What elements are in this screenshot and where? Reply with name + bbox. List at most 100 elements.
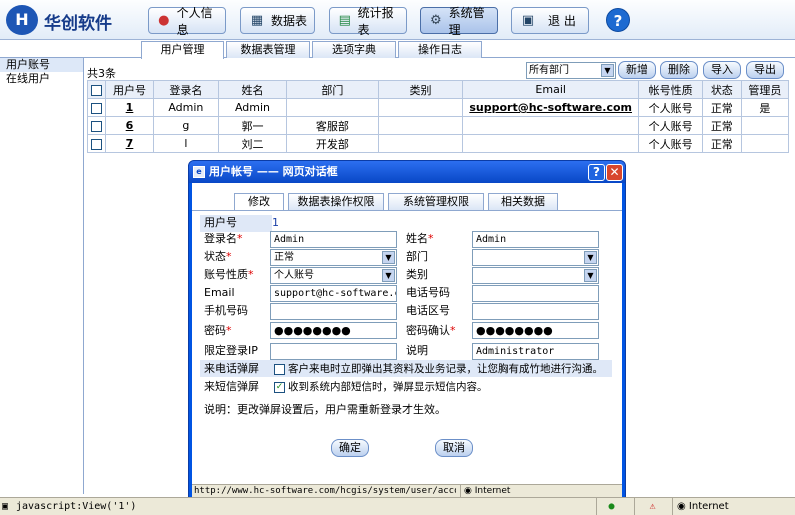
column-header[interactable]: 姓名 — [218, 80, 287, 99]
type-cell: 个人账号 — [638, 134, 703, 153]
ok-button[interactable]: 确定 — [331, 439, 369, 457]
table-row[interactable]: 6 g 郭一 客服部 个人账号 正常 — [86, 116, 790, 135]
column-header[interactable]: 帐号性质 — [638, 80, 703, 99]
column-header[interactable]: 登录名 — [152, 80, 220, 99]
email-label: Email — [204, 286, 235, 299]
internet-zone: ◉ Internet — [672, 498, 795, 515]
category-cell — [378, 116, 464, 135]
tab-table-manage[interactable]: 数据表管理 — [226, 41, 310, 58]
name-label: 姓名* — [406, 232, 434, 245]
close-icon[interactable]: ✕ — [606, 164, 623, 181]
column-header[interactable]: 部门 — [285, 80, 380, 99]
table-row[interactable]: 1 Admin Admin support@hc-software.com 个人… — [86, 98, 790, 117]
status-select[interactable]: 正常 ▼ — [270, 249, 397, 266]
user-table: 用户号 登录名 姓名 部门 类别 Email 帐号性质 状态 管理员 1 Adm… — [86, 80, 790, 153]
email-link[interactable] — [462, 134, 640, 153]
type-cell: 个人账号 — [638, 116, 703, 135]
sidebar-item-user-accounts[interactable]: 用户账号 — [0, 58, 83, 72]
admin-cell — [740, 134, 790, 153]
exit-button[interactable]: ▣ 退 出 — [511, 7, 589, 34]
help-icon[interactable]: ? — [606, 8, 630, 32]
browser-status-bar: ▣ javascript:View('1') ● ⚠ ◉ Internet — [0, 497, 795, 515]
tab-operation-log[interactable]: 操作日志 — [398, 41, 482, 58]
report-button[interactable]: ▤ 统计报表 — [329, 6, 407, 37]
mobile-field[interactable] — [270, 303, 397, 320]
select-all-checkbox[interactable] — [91, 84, 103, 96]
table-row[interactable]: 7 l 刘二 开发部 个人账号 正常 — [86, 134, 790, 153]
tab-system-permissions[interactable]: 系统管理权限 — [388, 193, 484, 210]
personal-info-label: 个人信息 — [176, 5, 213, 37]
dept-label: 部门 — [406, 250, 428, 263]
confirm-password-field[interactable]: ●●●●●●●● — [472, 322, 599, 339]
tab-option-dict[interactable]: 选项字典 — [312, 41, 396, 58]
call-popup-checkbox[interactable] — [274, 364, 285, 375]
tab-table-permissions[interactable]: 数据表操作权限 — [288, 193, 384, 210]
user-id-link[interactable]: 6 — [105, 116, 154, 135]
export-button[interactable]: 导出 — [746, 61, 784, 79]
status-label: 状态* — [204, 250, 232, 263]
delete-button[interactable]: 删除 — [660, 61, 698, 79]
dept-select[interactable]: ▼ — [472, 249, 599, 266]
account-type-label: 账号性质* — [204, 268, 254, 281]
email-field[interactable]: support@hc-software.com — [270, 285, 397, 302]
table-header-row: 用户号 登录名 姓名 部门 类别 Email 帐号性质 状态 管理员 — [86, 80, 790, 99]
report-label: 统计报表 — [357, 5, 394, 37]
ip-field[interactable] — [270, 343, 397, 360]
app-header: H 华创软件 ● 个人信息 ▦ 数据表 ▤ 统计报表 ⚙ 系统管理 ▣ 退 出 … — [0, 0, 795, 40]
email-link[interactable] — [462, 116, 640, 135]
sms-popup-checkbox[interactable]: ✓ — [274, 382, 285, 393]
gear-icon: ⚙ — [429, 12, 442, 28]
account-type-select[interactable]: 个人账号 ▼ — [270, 267, 397, 284]
cancel-button[interactable]: 取消 — [435, 439, 473, 457]
type-cell: 个人账号 — [638, 98, 703, 117]
login-field[interactable]: Admin — [270, 231, 397, 248]
phone-field[interactable] — [472, 285, 599, 302]
tab-divider — [192, 210, 622, 211]
name-field[interactable]: Admin — [472, 231, 599, 248]
row-checkbox[interactable] — [91, 138, 103, 150]
category-label: 类别 — [406, 268, 428, 281]
help-icon[interactable]: ? — [588, 164, 605, 181]
status-cell: 正常 — [701, 116, 742, 135]
ip-label: 限定登录IP — [204, 344, 258, 357]
data-table-button[interactable]: ▦ 数据表 — [240, 7, 315, 34]
password-field[interactable]: ●●●●●●●● — [270, 322, 397, 339]
sidebar-item-online-users[interactable]: 在线用户 — [0, 72, 83, 86]
dialog-title-bar[interactable]: e 用户帐号 —— 网页对话框 ? ✕ — [189, 161, 625, 183]
chevron-down-icon: ▼ — [382, 269, 395, 282]
user-id-link[interactable]: 7 — [105, 134, 154, 153]
area-code-field[interactable] — [472, 303, 599, 320]
confirm-password-label: 密码确认* — [406, 324, 456, 337]
system-manage-button[interactable]: ⚙ 系统管理 — [420, 6, 498, 37]
admin-cell: 是 — [740, 98, 790, 117]
row-checkbox[interactable] — [91, 102, 103, 114]
column-header[interactable]: 用户号 — [105, 80, 154, 99]
user-id-value: 1 — [272, 216, 279, 229]
row-checkbox[interactable] — [91, 120, 103, 132]
note-field[interactable]: Administrator — [472, 343, 599, 360]
sms-popup-label: 来短信弹屏 — [204, 380, 259, 393]
login-cell: g — [152, 116, 220, 135]
department-select[interactable]: 所有部门 ▼ — [526, 62, 616, 79]
column-header[interactable]: 管理员 — [740, 80, 790, 99]
row-select-cell — [86, 134, 107, 153]
add-button[interactable]: 新增 — [618, 61, 656, 79]
tab-edit[interactable]: 修改 — [234, 193, 284, 211]
import-button[interactable]: 导入 — [703, 61, 741, 79]
column-header[interactable]: 类别 — [378, 80, 464, 99]
category-select[interactable]: ▼ — [472, 267, 599, 284]
record-count: 共3条 — [87, 67, 116, 80]
tab-user-manage[interactable]: 用户管理 — [141, 41, 224, 59]
column-header[interactable]: 状态 — [701, 80, 742, 99]
tab-related-data[interactable]: 相关数据 — [488, 193, 558, 210]
password-label: 密码* — [204, 324, 232, 337]
personal-info-button[interactable]: ● 个人信息 — [148, 6, 226, 37]
dept-cell — [285, 98, 380, 117]
user-id-link[interactable]: 1 — [105, 98, 154, 117]
system-manage-label: 系统管理 — [448, 5, 485, 37]
call-popup-label: 来电话弹屏 — [204, 362, 259, 375]
email-link[interactable]: support@hc-software.com — [462, 98, 640, 117]
column-header[interactable]: Email — [462, 80, 640, 99]
login-cell: l — [152, 134, 220, 153]
brand-name: 华创软件 — [44, 14, 112, 34]
